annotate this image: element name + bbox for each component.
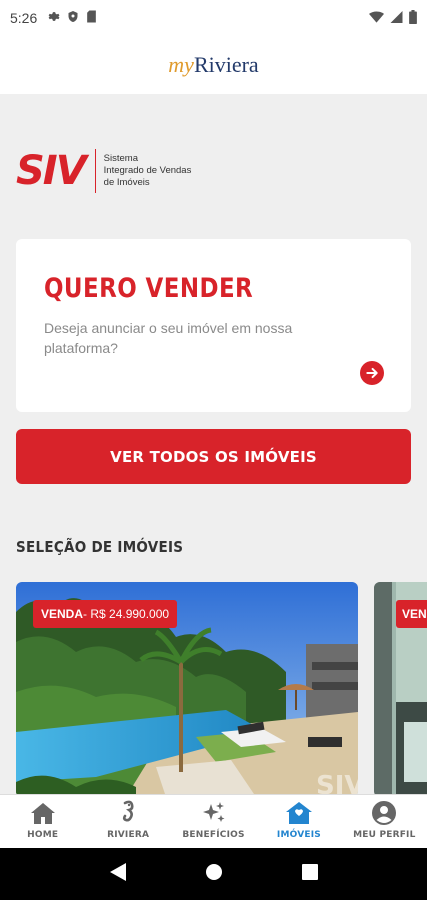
house-icon — [285, 800, 312, 826]
status-time: 5:26 — [10, 10, 38, 26]
bottom-navigation: HOME RIVIERA BENEFÍCIOS IMÓVEIS MEU PERF… — [0, 794, 427, 848]
property-card[interactable]: VEND — [374, 582, 427, 797]
status-bar: 5:26 — [0, 0, 427, 36]
price-badge: VEND — [396, 600, 427, 628]
system-navigation-bar — [0, 848, 427, 900]
nav-meu-perfil[interactable]: MEU PERFIL — [342, 795, 427, 848]
view-all-properties-button[interactable]: VER TODOS OS IMÓVEIS — [16, 429, 411, 484]
nav-imoveis[interactable]: IMÓVEIS — [256, 795, 341, 848]
sd-card-icon — [86, 10, 97, 26]
sell-property-card[interactable]: QUERO VENDER Deseja anunciar o seu imóve… — [16, 239, 411, 412]
nav-riviera[interactable]: RIVIERA — [85, 795, 170, 848]
recents-icon[interactable] — [301, 863, 318, 885]
sell-card-title: QUERO VENDER — [44, 273, 254, 304]
profile-icon — [372, 800, 397, 826]
arrow-right-icon[interactable] — [360, 361, 384, 385]
battery-icon — [409, 9, 417, 27]
section-title: SELEÇÃO DE IMÓVEIS — [16, 538, 184, 556]
sparkles-icon — [202, 800, 226, 826]
price-badge: VENDA - R$ 24.990.000 — [33, 600, 178, 628]
settings-icon — [47, 10, 60, 26]
seahorse-icon — [120, 800, 136, 826]
back-icon[interactable] — [109, 862, 126, 886]
siv-tagline: Sistema Integrado de Vendas de Imóveis — [103, 153, 192, 188]
app-logo[interactable]: myRiviera — [168, 52, 258, 78]
home-icon — [30, 800, 55, 826]
home-circle-icon[interactable] — [205, 863, 223, 886]
app-screen: 5:26 myRiviera SIV Sistema Integrado de … — [0, 0, 427, 900]
signal-icon — [390, 10, 403, 26]
siv-logo: SIV Sistema Integrado de Vendas de Imóve… — [16, 148, 191, 194]
siv-divider — [94, 149, 96, 193]
nav-beneficios[interactable]: BENEFÍCIOS — [171, 795, 256, 848]
property-card[interactable]: SIV VENDA - R$ 24.990.000 — [16, 582, 358, 797]
nav-home[interactable]: HOME — [0, 795, 85, 848]
sell-card-description: Deseja anunciar o seu imóvel em nossa pl… — [44, 320, 293, 356]
wifi-icon — [369, 10, 384, 26]
app-header: myRiviera — [0, 36, 427, 94]
shield-icon — [67, 10, 79, 26]
siv-mark: SIV — [16, 148, 87, 194]
